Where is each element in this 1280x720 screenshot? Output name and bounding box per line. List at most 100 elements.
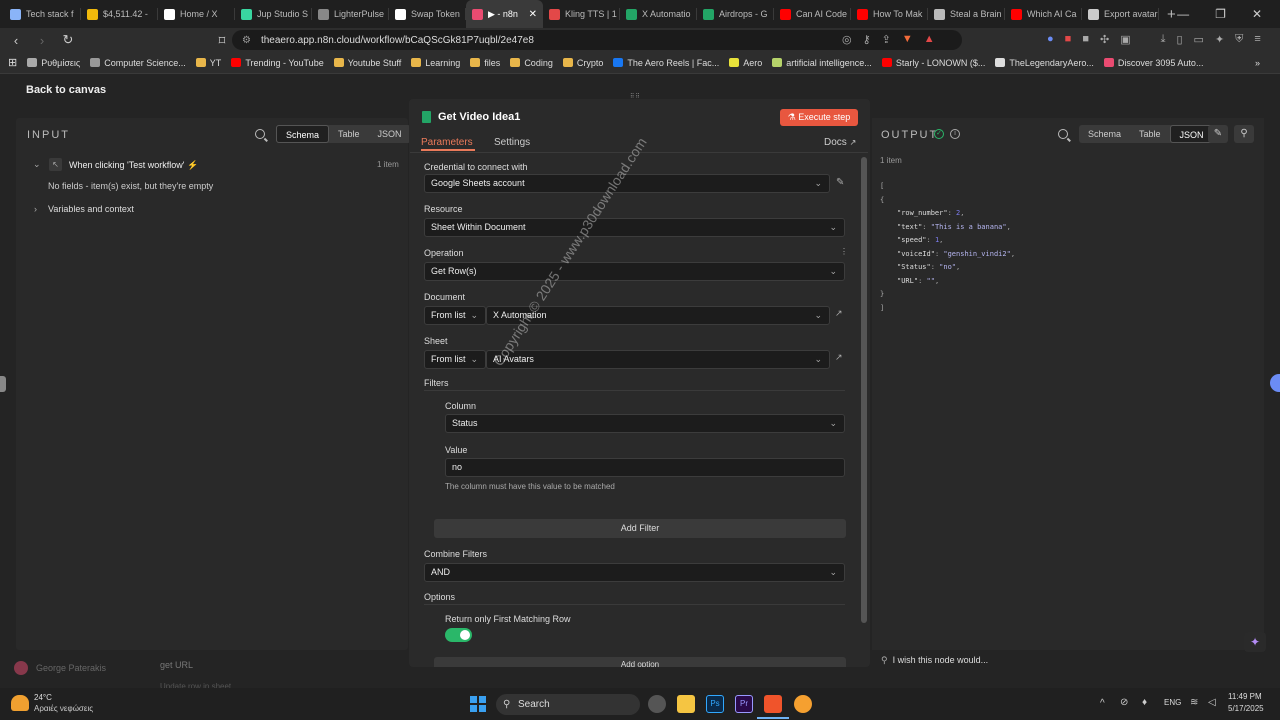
- weather-temp[interactable]: 24°C: [34, 693, 52, 702]
- sheet-select[interactable]: AI Avatars ⌄: [486, 350, 830, 369]
- drag-handle-icon[interactable]: ⠿⠿: [630, 93, 650, 100]
- extension-icon[interactable]: ■: [1082, 33, 1089, 46]
- json-value[interactable]: "": [927, 277, 935, 285]
- wifi-icon[interactable]: ≋: [1190, 697, 1198, 708]
- extension-icon[interactable]: ●: [1047, 33, 1054, 46]
- bookmark-item[interactable]: The Aero Reels | Fac...: [613, 58, 719, 68]
- trigger-node-name[interactable]: When clicking 'Test workflow' ⚡: [69, 160, 198, 171]
- input-view-table[interactable]: Table: [329, 125, 369, 143]
- browser-tab[interactable]: Jup Studio S: [235, 0, 312, 28]
- back-arrow-icon[interactable]: ‹: [6, 33, 26, 48]
- ai-icon[interactable]: ✦: [1215, 33, 1224, 46]
- pin-icon[interactable]: ⚲: [1234, 125, 1254, 143]
- external-link-icon[interactable]: ↗: [835, 308, 843, 319]
- wallet-icon[interactable]: ▣: [1120, 33, 1130, 46]
- back-to-canvas-button[interactable]: Back to canvas: [26, 84, 106, 96]
- browser-tab[interactable]: LighterPulse: [312, 0, 389, 28]
- input-view-json[interactable]: JSON: [369, 125, 411, 143]
- browser-tab[interactable]: Airdrops - G: [697, 0, 774, 28]
- clock-date[interactable]: 5/17/2025: [1228, 704, 1264, 713]
- canvas-node-label[interactable]: get URL: [160, 660, 193, 670]
- new-tab-icon[interactable]: +: [1167, 6, 1176, 23]
- bookmark-item[interactable]: Ρυθμίσεις: [27, 58, 80, 68]
- chat-app-icon[interactable]: [794, 695, 812, 713]
- bookmark-item[interactable]: Computer Science...: [90, 58, 186, 68]
- output-view-schema[interactable]: Schema: [1079, 125, 1130, 143]
- variables-context[interactable]: Variables and context: [48, 204, 134, 214]
- bookmark-item[interactable]: artificial intelligence...: [772, 58, 872, 68]
- close-window-icon[interactable]: ✕: [1252, 7, 1262, 21]
- document-mode-select[interactable]: From list ⌄: [424, 306, 486, 325]
- credential-select[interactable]: Google Sheets account ⌄: [424, 174, 830, 193]
- weather-desc[interactable]: Αραιές νεφώσεις: [34, 704, 93, 713]
- browser-tab[interactable]: Can AI Code: [774, 0, 851, 28]
- photoshop-icon[interactable]: Ps: [706, 695, 724, 713]
- bookmark-icon[interactable]: ⌑: [212, 33, 232, 49]
- browser-tab[interactable]: Export avatar: [1082, 0, 1159, 28]
- tab-icon[interactable]: ▭: [1194, 33, 1204, 46]
- sidebar-icon[interactable]: ▯: [1176, 33, 1182, 46]
- chatgpt-icon[interactable]: [648, 695, 666, 713]
- tab-settings[interactable]: Settings: [494, 137, 530, 148]
- node-title[interactable]: Get Video Idea1: [438, 111, 520, 123]
- combine-filters-select[interactable]: AND ⌄: [424, 563, 845, 582]
- chevron-down-icon[interactable]: ⌄: [33, 159, 41, 170]
- resource-select[interactable]: Sheet Within Document ⌄: [424, 218, 845, 237]
- brave-browser-icon[interactable]: [764, 695, 782, 713]
- sheet-mode-select[interactable]: From list ⌄: [424, 350, 486, 369]
- browser-tab[interactable]: Swap Token: [389, 0, 466, 28]
- output-view-json[interactable]: JSON: [1169, 125, 1214, 143]
- browser-tab[interactable]: ▶ - n8n ✕: [466, 0, 543, 28]
- clock-time[interactable]: 11:49 PM: [1228, 692, 1262, 701]
- forward-arrow-icon[interactable]: ›: [32, 33, 52, 48]
- more-options-icon[interactable]: ⋮: [840, 247, 848, 256]
- bookmark-item[interactable]: Discover 3095 Auto...: [1103, 58, 1203, 68]
- premiere-icon[interactable]: Pr: [735, 695, 753, 713]
- more-bookmarks-icon[interactable]: »: [1255, 58, 1260, 68]
- browser-tab[interactable]: Which AI Ca: [1005, 0, 1082, 28]
- value-input[interactable]: no: [445, 458, 845, 477]
- bookmark-item[interactable]: Trending - YouTube: [231, 58, 324, 68]
- browser-tab[interactable]: Steal a Brain: [928, 0, 1005, 28]
- bookmark-item[interactable]: Coding: [510, 58, 553, 68]
- maximize-icon[interactable]: ❐: [1215, 7, 1226, 21]
- info-icon[interactable]: i: [950, 129, 960, 139]
- apps-grid-icon[interactable]: ⊞: [8, 56, 17, 69]
- chevron-up-icon[interactable]: ^: [1100, 698, 1105, 709]
- operation-select[interactable]: Get Row(s) ⌄: [424, 262, 845, 281]
- microphone-icon[interactable]: ♦: [1142, 697, 1147, 708]
- bookmark-item[interactable]: Starly - LONOWN ($...: [881, 58, 985, 68]
- browser-tab[interactable]: Kling TTS | 1: [543, 0, 620, 28]
- brave-shield-icon[interactable]: ▼: [902, 33, 913, 46]
- document-select[interactable]: X Automation ⌄: [486, 306, 830, 325]
- bookmark-item[interactable]: Aero: [729, 58, 762, 68]
- first-row-toggle[interactable]: [445, 628, 472, 642]
- file-explorer-icon[interactable]: [677, 695, 695, 713]
- bookmark-item[interactable]: Crypto: [562, 58, 603, 68]
- browser-tab[interactable]: $4,511.42 -: [81, 0, 158, 28]
- execute-step-button[interactable]: ⚗ Execute step: [780, 109, 858, 126]
- browser-tab[interactable]: How To Mak: [851, 0, 928, 28]
- tab-parameters[interactable]: Parameters: [421, 137, 473, 148]
- windows-start-icon[interactable]: [470, 696, 486, 712]
- chevron-right-icon[interactable]: ›: [34, 204, 37, 214]
- eye-off-icon[interactable]: ◎: [842, 33, 852, 46]
- bookmark-item[interactable]: TheLegendaryAero...: [995, 58, 1094, 68]
- input-view-schema[interactable]: Schema: [276, 125, 330, 143]
- search-icon[interactable]: [255, 129, 265, 139]
- edit-pencil-icon[interactable]: ✎: [836, 177, 844, 188]
- json-value[interactable]: "no": [939, 263, 956, 271]
- language-indicator[interactable]: ENG: [1164, 698, 1181, 707]
- minimize-icon[interactable]: —: [1177, 7, 1189, 21]
- taskbar-search[interactable]: ⚲ Search: [496, 694, 640, 715]
- search-icon[interactable]: [1058, 129, 1068, 139]
- bookmark-item[interactable]: Learning: [411, 58, 460, 68]
- extension-icon[interactable]: ■: [1065, 33, 1072, 46]
- json-value[interactable]: "genshin_vindi2": [943, 250, 1010, 258]
- site-settings-icon[interactable]: ⚙: [242, 35, 251, 46]
- column-select[interactable]: Status ⌄: [445, 414, 845, 433]
- share-icon[interactable]: ⇪: [882, 33, 891, 46]
- reload-icon[interactable]: ↻: [58, 32, 78, 48]
- menu-icon[interactable]: ≡: [1254, 33, 1260, 46]
- puzzle-icon[interactable]: ✣: [1100, 33, 1109, 46]
